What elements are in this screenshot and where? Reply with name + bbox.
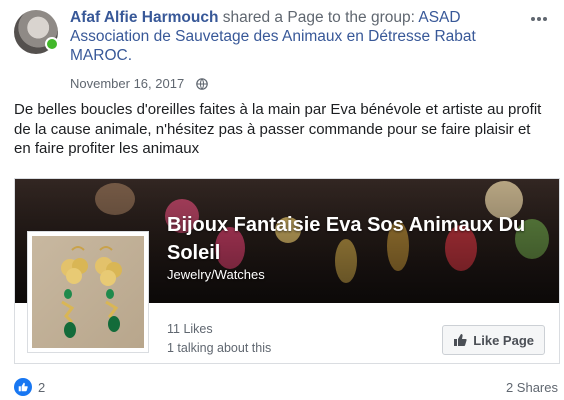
author-name-link[interactable]: Afaf Alfie Harmouch <box>70 9 218 26</box>
post-header: Afaf Alfie Harmouch shared a Page to the… <box>14 8 550 94</box>
online-status-indicator <box>45 37 59 51</box>
shared-page-card[interactable]: Bijoux Fantaisie Eva Sos Animaux Du Sole… <box>14 178 560 364</box>
like-reaction-icon[interactable] <box>14 378 32 396</box>
page-likes-count: 11 Likes <box>167 322 213 336</box>
post-meta: November 16, 2017 <box>70 76 208 91</box>
thumbs-up-icon <box>18 382 28 392</box>
like-page-label: Like Page <box>473 332 534 348</box>
post-header-text: Afaf Alfie Harmouch shared a Page to the… <box>70 8 510 65</box>
post-footer: 2 2 Shares <box>14 376 558 396</box>
post-body-text: De belles boucles d'oreilles faites à la… <box>14 101 542 157</box>
reaction-count[interactable]: 2 <box>38 380 45 395</box>
globe-icon[interactable] <box>196 77 208 90</box>
earrings-illustration <box>61 246 122 338</box>
like-page-button[interactable]: Like Page <box>442 325 545 355</box>
earrings-photo <box>32 236 144 348</box>
author-avatar[interactable] <box>14 10 59 54</box>
shares-count-link[interactable]: 2 Shares <box>506 380 558 395</box>
post-timestamp[interactable]: November 16, 2017 <box>70 76 184 91</box>
page-title-link[interactable]: Bijoux Fantaisie Eva Sos Animaux Du Sole… <box>167 211 547 267</box>
more-options-icon[interactable] <box>528 10 550 28</box>
page-profile-picture[interactable] <box>27 231 149 353</box>
page-category: Jewelry/Watches <box>167 267 265 282</box>
share-action-text: shared a Page to the group: <box>222 9 415 26</box>
page-talking-count: 1 talking about this <box>167 341 272 355</box>
thumbs-up-icon <box>454 334 467 346</box>
